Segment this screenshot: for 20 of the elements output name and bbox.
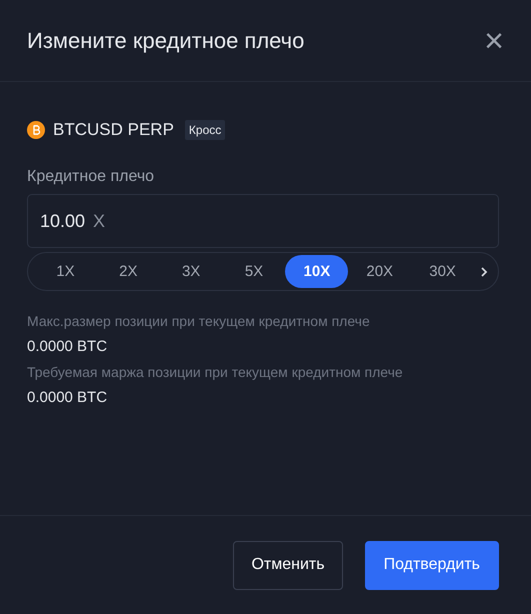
leverage-preset[interactable]: 1X	[34, 255, 97, 288]
confirm-button[interactable]: Подтвердить	[364, 540, 499, 590]
symbol-name: BTCUSD PERP	[53, 120, 174, 140]
leverage-preset[interactable]: 10X	[285, 255, 348, 288]
dialog-title: Измените кредитное плечо	[27, 28, 304, 54]
info-value: 0.0000 BTC	[27, 389, 108, 406]
leverage-preset[interactable]: 3X	[160, 255, 223, 288]
bitcoin-icon	[27, 121, 45, 139]
leverage-input[interactable]: 10.00 X	[27, 194, 499, 248]
leverage-preset[interactable]: 30X	[411, 255, 474, 288]
close-button[interactable]: ×	[484, 24, 504, 58]
info-label: Требуемая маржа позиции при текущем кредитном плече	[27, 364, 404, 380]
leverage-label: Кредитное плечо	[27, 168, 156, 186]
info-label: Макс.размер позиции при текущем кредитном плече	[27, 313, 371, 329]
leverage-preset[interactable]: 2X	[96, 255, 160, 288]
info-value: 0.0000 BTC	[27, 338, 108, 355]
margin-mode-tag: Кросс	[184, 120, 226, 140]
leverage-preset[interactable]: 20X	[348, 255, 412, 288]
cancel-button[interactable]: Отменить	[233, 540, 343, 590]
leverage-preset[interactable]: 5X	[222, 255, 286, 288]
